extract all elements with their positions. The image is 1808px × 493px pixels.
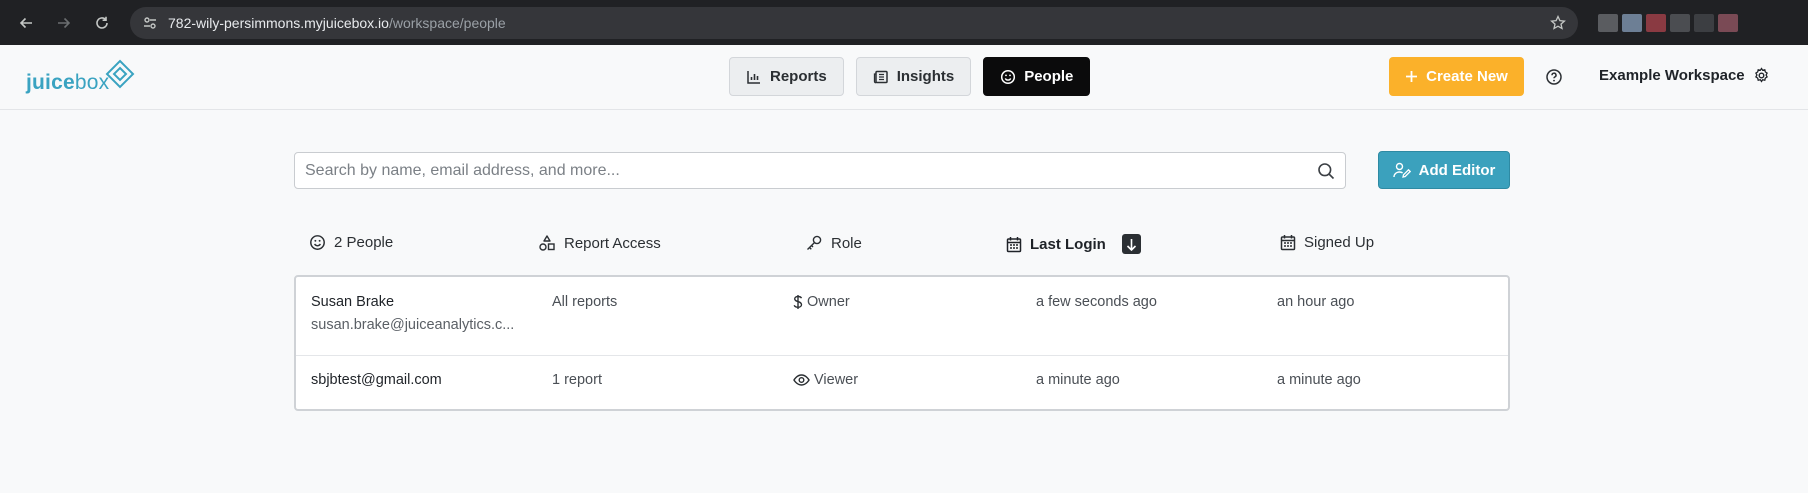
person-email: susan.brake@juiceanalytics.c...: [311, 317, 515, 333]
juicebox-logo[interactable]: juicebox: [26, 59, 135, 93]
column-header-signed-up[interactable]: Signed Up: [1280, 234, 1374, 251]
site-info-icon[interactable]: [142, 15, 158, 31]
smiley-icon: [310, 235, 325, 250]
key-icon: [807, 235, 822, 250]
tab-people[interactable]: People: [983, 57, 1091, 96]
add-editor-button[interactable]: Add Editor: [1378, 151, 1510, 189]
column-label: Last Login: [1030, 235, 1106, 253]
user-edit-icon: [1392, 162, 1411, 178]
column-label: Signed Up: [1304, 234, 1375, 251]
extension-icon[interactable]: [1646, 13, 1666, 32]
column-header-people: 2 People: [309, 234, 393, 251]
tab-reports[interactable]: Reports: [729, 57, 844, 96]
workspace-name: Example Workspace: [1599, 67, 1745, 84]
calendar-icon: [1006, 236, 1022, 252]
extension-icon[interactable]: [1598, 13, 1618, 32]
url-text: 782-wily-persimmons.myjuicebox.io/worksp…: [168, 15, 1540, 31]
forward-button[interactable]: [48, 7, 80, 39]
signed-up-value: an hour ago: [1277, 294, 1355, 310]
plus-icon: [1406, 71, 1418, 82]
table-row[interactable]: sbjbtest@gmail.com 1 report Viewer a min…: [296, 356, 1508, 409]
main-nav-tabs: Reports Insights People: [729, 57, 1091, 96]
help-icon[interactable]: [1545, 68, 1563, 86]
profile-avatar[interactable]: [1718, 13, 1738, 32]
bar-chart-icon: [747, 70, 760, 84]
last-login-value: a minute ago: [1036, 372, 1120, 388]
reload-button[interactable]: [86, 7, 118, 39]
extension-icon[interactable]: [1694, 13, 1714, 32]
arrow-left-icon: [19, 17, 32, 28]
tab-label: Insights: [896, 68, 955, 85]
report-access-value: 1 report: [552, 372, 602, 388]
arrow-down-icon: [1126, 238, 1136, 251]
people-count: 2 People: [334, 234, 394, 251]
column-header-role[interactable]: Role: [805, 234, 862, 252]
calendar-icon: [1280, 235, 1296, 251]
signed-up-value: a minute ago: [1277, 372, 1361, 388]
dollar-icon: [793, 295, 803, 309]
url-host: 782-wily-persimmons.myjuicebox.io: [168, 14, 389, 31]
role-label: Viewer: [814, 372, 859, 388]
report-access-value: All reports: [552, 294, 618, 310]
browser-toolbar: 782-wily-persimmons.myjuicebox.io/worksp…: [0, 0, 1808, 45]
eye-icon: [793, 374, 810, 386]
people-table: Susan Brake susan.brake@juiceanalytics.c…: [294, 275, 1510, 411]
column-label: Role: [831, 234, 862, 252]
search-bar: [294, 152, 1346, 189]
people-page: Add Editor 2 People Report Access Role L…: [0, 110, 1808, 493]
arrow-right-icon: [58, 17, 71, 28]
role-value: Owner: [793, 294, 850, 310]
create-new-label: Create New: [1426, 68, 1508, 85]
search-input[interactable]: [305, 161, 1317, 180]
smiley-icon: [1001, 69, 1016, 84]
column-label: Report Access: [564, 234, 661, 252]
shapes-icon: [539, 235, 555, 251]
reload-icon: [96, 16, 108, 29]
newspaper-icon: [873, 70, 888, 83]
back-button[interactable]: [10, 7, 42, 39]
address-bar[interactable]: 782-wily-persimmons.myjuicebox.io/worksp…: [130, 6, 1578, 39]
role-value: Viewer: [793, 372, 858, 388]
tab-label: People: [1024, 68, 1074, 85]
extensions-area: [1598, 13, 1738, 32]
add-editor-label: Add Editor: [1418, 161, 1496, 179]
workspace-menu[interactable]: Example Workspace: [1599, 67, 1770, 84]
extension-icon[interactable]: [1670, 13, 1690, 32]
person-name[interactable]: sbjbtest@gmail.com: [311, 372, 442, 388]
logo-text: juicebox: [26, 71, 110, 94]
search-icon[interactable]: [1317, 162, 1335, 180]
column-header-last-login[interactable]: Last Login: [1006, 234, 1141, 254]
tab-label: Reports: [770, 68, 827, 85]
gear-icon: [1754, 67, 1768, 83]
logo-diamond-icon: [105, 59, 135, 89]
bookmark-star-icon[interactable]: [1550, 14, 1566, 31]
app-header: juicebox Reports Insights People Create …: [0, 45, 1808, 110]
table-row[interactable]: Susan Brake susan.brake@juiceanalytics.c…: [296, 277, 1508, 356]
role-label: Owner: [807, 294, 850, 310]
create-new-button[interactable]: Create New: [1389, 57, 1524, 96]
sort-descending-button[interactable]: [1121, 234, 1141, 254]
column-header-report-access[interactable]: Report Access: [538, 234, 661, 252]
person-name[interactable]: Susan Brake: [311, 294, 394, 310]
url-path: /workspace/people: [388, 14, 506, 31]
extension-icon[interactable]: [1622, 13, 1642, 32]
last-login-value: a few seconds ago: [1036, 294, 1157, 310]
tab-insights[interactable]: Insights: [855, 57, 972, 96]
